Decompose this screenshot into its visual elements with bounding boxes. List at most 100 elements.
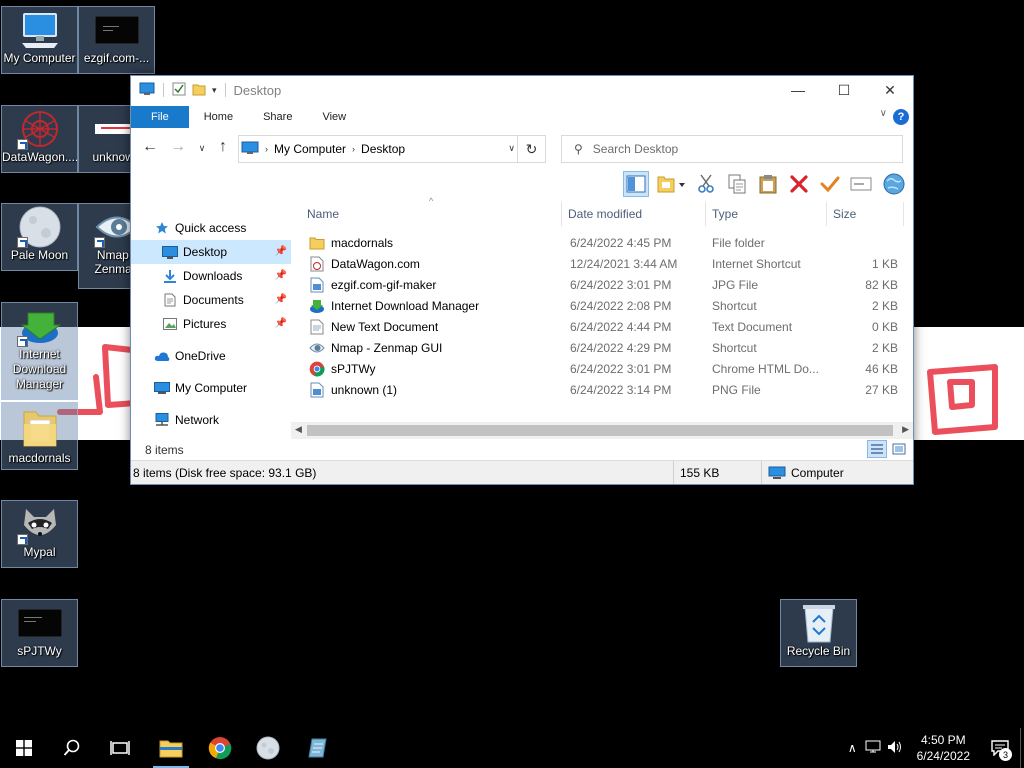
address-dropdown-icon[interactable]: ∨ xyxy=(508,143,515,154)
scrollbar-thumb[interactable] xyxy=(307,425,893,436)
tab-home[interactable]: Home xyxy=(189,106,248,128)
taskbar-file-explorer[interactable] xyxy=(147,728,195,768)
search-box[interactable]: ⚲ Search Desktop xyxy=(561,135,903,163)
desktop-icon-idm[interactable]: Internet Download Manager xyxy=(1,302,78,400)
column-size[interactable]: Size xyxy=(827,202,904,226)
nav-onedrive[interactable]: OneDrive xyxy=(131,344,291,368)
image-file-icon xyxy=(309,382,325,398)
desktop-icon-ezgif[interactable]: ezgif.com-... xyxy=(78,6,155,74)
delete-x-icon xyxy=(790,175,808,193)
nav-my-computer[interactable]: My Computer xyxy=(131,376,291,400)
tab-share[interactable]: Share xyxy=(248,106,307,128)
maximize-button[interactable]: ☐ xyxy=(821,76,867,104)
status-location-label: Computer xyxy=(791,465,844,480)
nav-item-downloads[interactable]: Downloads 📌 xyxy=(131,264,291,288)
window-title: Desktop xyxy=(233,82,282,98)
taskbar-chrome[interactable] xyxy=(196,728,244,768)
delete-button[interactable] xyxy=(786,171,812,197)
file-name: sPJTWy xyxy=(331,361,376,376)
show-hidden-icons-button[interactable]: ∧ xyxy=(848,741,857,755)
file-row[interactable]: Internet Download Manager 6/24/2022 2:08 … xyxy=(301,295,912,316)
cut-button[interactable] xyxy=(693,171,719,197)
close-button[interactable]: ✕ xyxy=(867,76,913,104)
clock[interactable]: 4:50 PM 6/24/2022 xyxy=(917,732,970,764)
views-menu-button[interactable] xyxy=(654,171,688,197)
desktop-icon-macdornals[interactable]: macdornals xyxy=(1,402,78,470)
breadcrumb-chevron-icon[interactable]: › xyxy=(265,144,268,154)
nav-item-desktop[interactable]: Desktop 📌 xyxy=(131,240,291,264)
action-center-button[interactable]: 3 xyxy=(980,728,1020,768)
back-button[interactable]: ← xyxy=(140,138,160,156)
nav-network[interactable]: Network xyxy=(131,408,291,432)
tab-file[interactable]: File xyxy=(131,106,189,128)
desktop-icon-datawagon[interactable]: DataWagon.... xyxy=(1,105,78,173)
preview-pane-button[interactable] xyxy=(623,171,649,197)
clock-date: 6/24/2022 xyxy=(916,749,970,763)
title-bar[interactable]: ▾ Desktop — ☐ ✕ xyxy=(131,76,913,104)
up-button[interactable]: ↑ xyxy=(213,138,233,156)
new-folder-icon[interactable] xyxy=(192,82,206,99)
tab-view[interactable]: View xyxy=(307,106,361,128)
scroll-right-icon[interactable]: ▶ xyxy=(902,424,909,435)
file-row[interactable]: macdornals 6/24/2022 4:45 PM File folder xyxy=(301,232,912,253)
details-view-button[interactable] xyxy=(867,440,887,458)
horizontal-scrollbar[interactable]: ◀ ▶ xyxy=(291,422,913,439)
nav-label: Downloads xyxy=(183,269,243,283)
customize-quick-access-icon[interactable]: ▾ xyxy=(212,85,217,96)
rename-button[interactable] xyxy=(848,171,874,197)
file-row[interactable]: New Text Document 6/24/2022 4:44 PM Text D… xyxy=(301,316,912,337)
refresh-button[interactable]: ↻ xyxy=(517,136,545,162)
desktop-icon-spjtwy[interactable]: sPJTWy xyxy=(1,599,78,667)
properties-check-button[interactable] xyxy=(817,171,843,197)
minimize-button[interactable]: — xyxy=(775,76,821,104)
breadcrumb-my-computer[interactable]: My Computer xyxy=(274,142,346,156)
volume-icon[interactable] xyxy=(887,740,903,757)
file-row[interactable]: DataWagon.com 12/24/2021 3:44 AM Internet … xyxy=(301,253,912,274)
show-desktop-button[interactable] xyxy=(1020,728,1024,768)
forward-button[interactable]: → xyxy=(168,138,188,156)
taskbar-notepad-like-app[interactable] xyxy=(294,728,342,768)
column-type[interactable]: Type xyxy=(706,202,827,226)
pale-moon-icon xyxy=(256,736,280,760)
properties-icon[interactable] xyxy=(172,82,186,99)
file-row[interactable]: Nmap - Zenmap GUI 6/24/2022 4:29 PM Shortc… xyxy=(301,337,912,358)
desktop-icon-my-computer[interactable]: My Computer xyxy=(1,6,78,74)
desktop-icon-pale-moon[interactable]: Pale Moon xyxy=(1,203,78,271)
status-bar: 8 items (Disk free space: 93.1 GB) 155 K… xyxy=(131,460,913,484)
pin-icon[interactable]: 📌 xyxy=(275,246,287,257)
explorer-window[interactable]: ▾ Desktop — ☐ ✕ File Home Share View ∨ ?… xyxy=(130,75,914,485)
view-switcher xyxy=(867,440,909,458)
nav-item-documents[interactable]: Documents 📌 xyxy=(131,288,291,312)
copy-button[interactable] xyxy=(724,171,750,197)
start-button[interactable] xyxy=(0,728,48,768)
desktop-icon-recycle-bin[interactable]: Recycle Bin xyxy=(780,599,857,667)
scroll-left-icon[interactable]: ◀ xyxy=(295,424,302,435)
recent-locations-button[interactable]: ∨ xyxy=(192,143,212,154)
file-row[interactable]: ezgif.com-gif-maker 6/24/2022 3:01 PM JPG … xyxy=(301,274,912,295)
pin-icon[interactable]: 📌 xyxy=(275,270,287,281)
help-button[interactable]: ? xyxy=(893,109,909,125)
desktop-icon-mypal[interactable]: Mypal xyxy=(1,500,78,568)
network-globe-button[interactable] xyxy=(879,171,909,197)
pin-icon[interactable]: 📌 xyxy=(275,294,287,305)
taskbar-pale-moon[interactable] xyxy=(244,728,292,768)
file-row[interactable]: sPJTWy 6/24/2022 3:01 PM Chrome HTML Do...… xyxy=(301,358,912,379)
ribbon-tabs: File Home Share View xyxy=(131,106,913,128)
paste-button[interactable] xyxy=(755,171,781,197)
file-date: 6/24/2022 3:14 PM xyxy=(570,382,672,397)
breadcrumb-chevron-icon[interactable]: › xyxy=(352,144,355,154)
file-row[interactable]: unknown (1) 6/24/2022 3:14 PM PNG File 27 K… xyxy=(301,379,912,400)
network-status-icon[interactable] xyxy=(865,740,881,757)
expand-ribbon-icon[interactable]: ∨ xyxy=(880,108,887,119)
file-date: 6/24/2022 2:08 PM xyxy=(570,298,672,313)
nav-item-pictures[interactable]: Pictures 📌 xyxy=(131,312,291,336)
breadcrumb-desktop[interactable]: Desktop xyxy=(361,142,405,156)
address-bar[interactable]: › My Computer › Desktop ∨ ↻ xyxy=(238,135,546,163)
task-view-button[interactable] xyxy=(96,728,144,768)
nav-quick-access[interactable]: Quick access xyxy=(131,216,291,240)
pale-moon-icon xyxy=(16,206,63,248)
pin-icon[interactable]: 📌 xyxy=(275,318,287,329)
search-button[interactable] xyxy=(48,728,96,768)
column-date-modified[interactable]: Date modified xyxy=(562,202,706,226)
large-icons-view-button[interactable] xyxy=(889,440,909,458)
